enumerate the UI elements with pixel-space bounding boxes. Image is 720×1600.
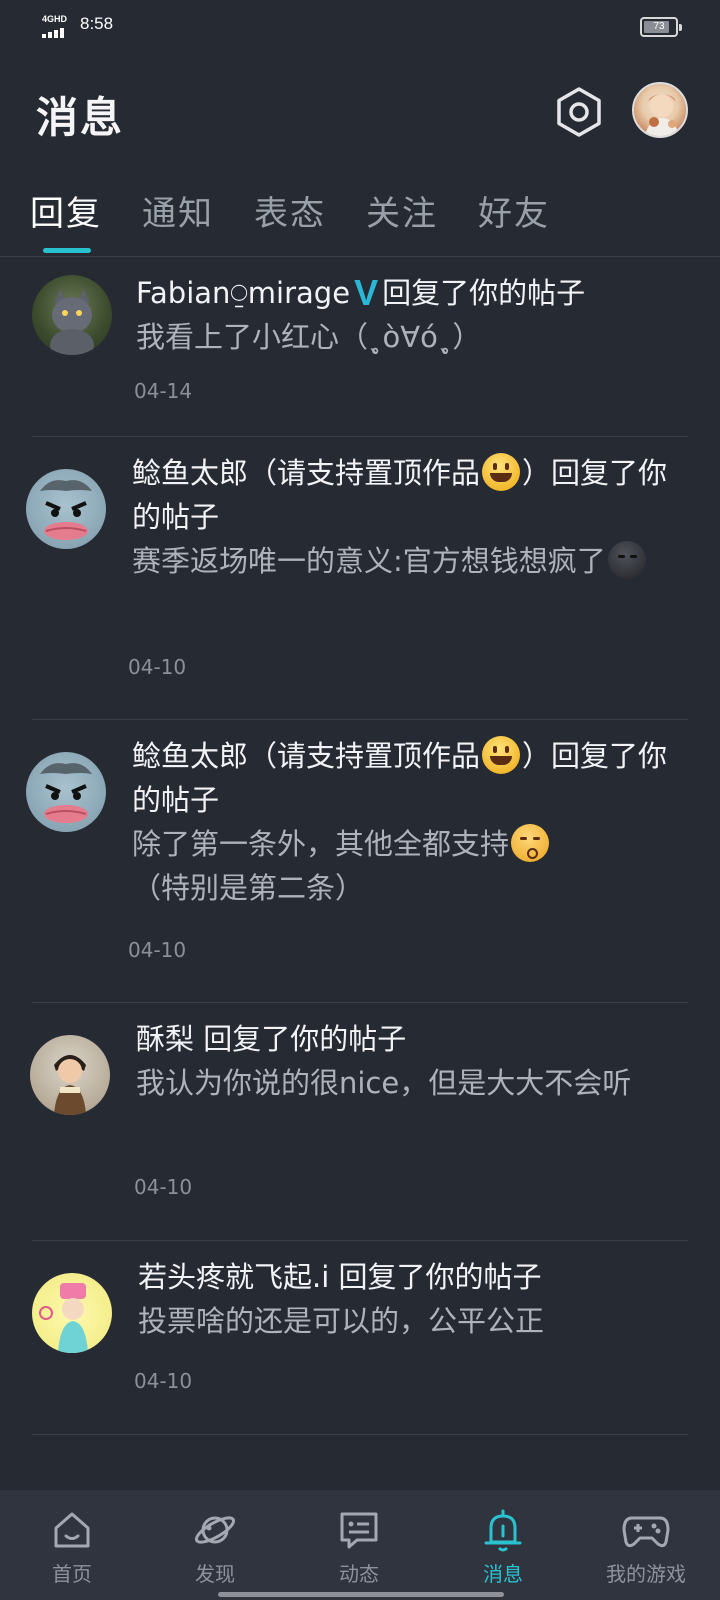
tab-follows[interactable]: 关注 bbox=[366, 186, 438, 235]
hexagon-gear-icon bbox=[557, 87, 601, 137]
nav-my-games[interactable]: 我的游戏 bbox=[586, 1490, 706, 1600]
list-item[interactable]: 鲶鱼太郎（请支持置顶作品 ）回复了你的帖子 赛季返场唯一的意义:官方想钱想疯了 0… bbox=[26, 437, 688, 720]
username[interactable]: 鲶鱼太郎（请支持置顶作品 bbox=[132, 739, 480, 773]
nav-label: 我的游戏 bbox=[606, 1562, 686, 1586]
avatar[interactable] bbox=[32, 275, 112, 355]
profile-avatar[interactable] bbox=[632, 82, 688, 138]
grinning-emoji-icon bbox=[482, 736, 521, 774]
grinning-emoji-icon bbox=[482, 453, 521, 491]
username[interactable]: 鲶鱼太郎（请支持置顶作品 bbox=[132, 456, 480, 490]
tab-reply[interactable]: 回复 bbox=[30, 186, 102, 235]
kissing-emoji-icon bbox=[511, 824, 550, 862]
avatar[interactable] bbox=[26, 469, 106, 549]
message-tabs: 回复 通知 表态 关注 好友 bbox=[0, 186, 720, 256]
reply-text-body: 赛季返场唯一的意义:官方想钱想疯了 bbox=[132, 544, 606, 578]
reply-date: 04-10 bbox=[128, 655, 187, 679]
list-item[interactable]: 若头疼就飞起.i 回复了你的帖子 投票啥的还是可以的，公平公正 04-10 bbox=[32, 1241, 688, 1435]
nav-label: 首页 bbox=[52, 1562, 92, 1586]
avatar[interactable] bbox=[26, 752, 106, 832]
reply-date: 04-10 bbox=[128, 938, 187, 962]
reply-text-body: 除了第一条外，其他全都支持 bbox=[132, 827, 510, 861]
planet-icon bbox=[194, 1516, 236, 1544]
tab-reactions[interactable]: 表态 bbox=[254, 186, 326, 235]
reply-action: 回复了你的帖子 bbox=[382, 276, 586, 310]
reply-text: 赛季返场唯一的意义:官方想钱想疯了 bbox=[132, 539, 692, 583]
list-item[interactable]: 鲶鱼太郎（请支持置顶作品 ）回复了你的帖子 除了第一条外，其他全都支持 （特别是第… bbox=[26, 720, 688, 1003]
battery-icon: 73 bbox=[640, 17, 682, 37]
nav-home[interactable]: 首页 bbox=[12, 1490, 132, 1600]
reply-text-continued: （特别是第二条） bbox=[132, 871, 365, 905]
verified-icon: V bbox=[354, 272, 379, 313]
reply-header: 若头疼就飞起.i 回复了你的帖子 bbox=[138, 1255, 698, 1299]
avatar-illustration bbox=[644, 94, 680, 136]
reply-header: 鲶鱼太郎（请支持置顶作品 ）回复了你的帖子 bbox=[132, 451, 692, 539]
dark-face-emoji-icon bbox=[607, 541, 646, 579]
battery-level: 73 bbox=[653, 21, 665, 32]
reply-text: 我认为你说的很nice，但是大大不会听 bbox=[136, 1066, 632, 1100]
network-type: 4GHD bbox=[42, 14, 68, 24]
reply-action: 回复了你的帖子 bbox=[338, 1260, 542, 1294]
status-bar: 4GHD 8:58 73 bbox=[0, 0, 720, 52]
reply-date: 04-10 bbox=[134, 1175, 193, 1199]
reply-header: Fabian⍜mirage V 回复了你的帖子 bbox=[136, 271, 696, 315]
signal-bars-icon bbox=[42, 28, 64, 38]
nav-messages[interactable]: 消息 bbox=[443, 1490, 563, 1600]
tab-notifications[interactable]: 通知 bbox=[142, 186, 214, 235]
avatar[interactable] bbox=[32, 1273, 112, 1353]
active-tab-indicator bbox=[43, 248, 91, 253]
reply-text: 投票啥的还是可以的，公平公正 bbox=[138, 1304, 545, 1338]
message-list: Fabian⍜mirage V 回复了你的帖子 我看上了小红心（ˎ̥ò∀óˎ̥） 0… bbox=[0, 257, 720, 1435]
clock: 8:58 bbox=[80, 14, 114, 33]
list-item[interactable]: Fabian⍜mirage V 回复了你的帖子 我看上了小红心（ˎ̥ò∀óˎ̥） 0… bbox=[32, 257, 688, 437]
avatar[interactable] bbox=[30, 1035, 110, 1115]
nav-label: 动态 bbox=[339, 1562, 379, 1586]
reply-header: 鲶鱼太郎（请支持置顶作品 ）回复了你的帖子 bbox=[132, 734, 692, 822]
tab-friends[interactable]: 好友 bbox=[478, 186, 550, 235]
nav-label: 消息 bbox=[483, 1562, 523, 1586]
settings-button[interactable] bbox=[553, 86, 605, 138]
nav-label: 发现 bbox=[195, 1562, 235, 1586]
home-icon bbox=[54, 1512, 90, 1548]
chat-card-icon bbox=[340, 1512, 378, 1549]
list-item[interactable]: 酥梨 回复了你的帖子 我认为你说的很nice，但是大大不会听 04-10 bbox=[30, 1003, 688, 1241]
reply-action: 回复了你的帖子 bbox=[203, 1022, 407, 1056]
username[interactable]: 若头疼就飞起.i bbox=[138, 1260, 329, 1294]
nav-discover[interactable]: 发现 bbox=[155, 1490, 275, 1600]
reply-text: 我看上了小红心（ˎ̥ò∀óˎ̥） bbox=[136, 320, 482, 354]
home-indicator[interactable] bbox=[218, 1592, 504, 1597]
reply-header: 酥梨 回复了你的帖子 bbox=[136, 1017, 696, 1061]
bell-icon bbox=[484, 1509, 522, 1552]
username[interactable]: Fabian⍜mirage bbox=[136, 276, 350, 310]
reply-text: 除了第一条外，其他全都支持 bbox=[132, 822, 692, 866]
bottom-nav: 首页 发现 动态 消息 我的游戏 bbox=[0, 1490, 720, 1600]
nav-feed[interactable]: 动态 bbox=[299, 1490, 419, 1600]
reply-date: 04-14 bbox=[134, 379, 193, 403]
network-indicator: 4GHD bbox=[42, 14, 74, 38]
page-title: 消息 bbox=[36, 93, 125, 142]
username[interactable]: 酥梨 bbox=[136, 1022, 194, 1056]
gamepad-icon bbox=[622, 1516, 670, 1548]
reply-date: 04-10 bbox=[134, 1369, 193, 1393]
